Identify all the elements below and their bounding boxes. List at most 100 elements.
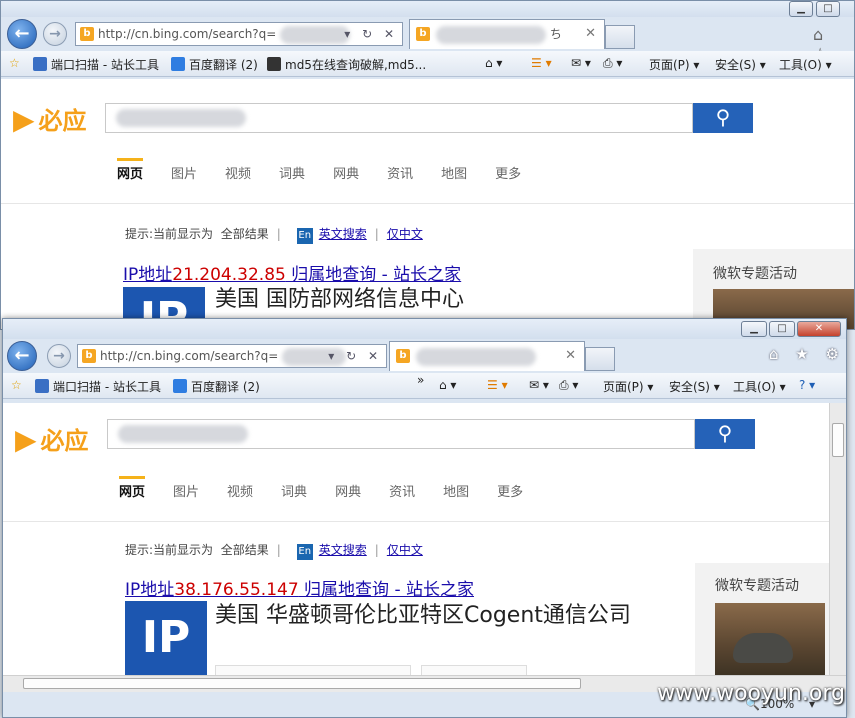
hint-all: 全部结果 xyxy=(220,227,269,241)
tab-wangdian[interactable]: 网典 xyxy=(333,167,359,182)
tools-menu[interactable]: 工具(O) ▾ xyxy=(779,56,832,73)
page-content: ▶ 必应 ⚲ 网页 图片 视频 词典 网典 资讯 地图 更多 提示:当前显示为 全部结果 | En 英… xyxy=(3,403,829,675)
search-icon: ⚲ xyxy=(717,421,733,445)
result-ip: 21.204.32.85 xyxy=(172,265,286,285)
feeds-icon[interactable]: ☰ ▾ xyxy=(531,56,552,70)
feeds-icon[interactable]: ☰ ▾ xyxy=(487,378,508,392)
tab-close-icon[interactable]: ✕ xyxy=(565,342,576,370)
forward-button[interactable]: → xyxy=(43,22,67,46)
tab-more[interactable]: 更多 xyxy=(495,167,521,182)
page-menu[interactable]: 页面(P) ▾ xyxy=(649,56,699,73)
new-tab-button[interactable] xyxy=(605,25,635,49)
redacted-tab-title xyxy=(416,347,536,366)
hint-prefix: 提示:当前显示为 xyxy=(125,543,214,557)
tab-videos[interactable]: 视频 xyxy=(227,485,253,500)
tab-videos[interactable]: 视频 xyxy=(225,167,251,182)
tab-news[interactable]: 资讯 xyxy=(389,485,415,500)
redacted-query xyxy=(118,425,248,443)
search-input[interactable] xyxy=(105,103,693,133)
maximize-button[interactable]: □ xyxy=(769,321,795,337)
back-button[interactable]: ← xyxy=(7,19,37,49)
fav-item-baidu-translate[interactable]: 百度翻译 (2) xyxy=(171,56,258,73)
title-prefix: IP地址 xyxy=(123,265,173,285)
tab-close-icon[interactable]: ✕ xyxy=(585,20,596,48)
safety-menu[interactable]: 安全(S) ▾ xyxy=(669,378,720,395)
address-row: ← → b http://cn.bing.com/search?q= ▾ ↻ ✕… xyxy=(1,15,854,63)
ip-logo-icon: IP xyxy=(125,601,207,675)
language-hint: 提示:当前显示为 全部结果 | En 英文搜索 | 仅中文 xyxy=(125,541,423,560)
fav-item-baidu-translate[interactable]: 百度翻译 (2) xyxy=(173,378,260,395)
bing-logo-icon: ▶ xyxy=(15,423,37,456)
forward-button[interactable]: → xyxy=(47,344,71,368)
tab-more[interactable]: 更多 xyxy=(497,485,523,500)
print-icon[interactable]: ⎙ ▾ xyxy=(559,378,578,393)
address-bar[interactable]: b http://cn.bing.com/search?q= ▾ ↻ ✕ xyxy=(77,344,387,368)
bing-favicon-icon: b xyxy=(82,349,96,363)
fav-icon xyxy=(171,57,185,71)
result-title-link[interactable]: IP地址38.176.55.147 归属地查询 - 站长之家 xyxy=(125,575,474,600)
ip-query-button[interactable] xyxy=(421,665,527,675)
vertical-scroll-thumb[interactable] xyxy=(832,423,844,457)
address-controls[interactable]: ▾ ↻ ✕ xyxy=(344,23,398,45)
help-icon[interactable]: ? ▾ xyxy=(799,378,815,392)
english-search-link[interactable]: 英文搜索 xyxy=(319,227,367,241)
tab-images[interactable]: 图片 xyxy=(171,167,197,182)
safety-menu[interactable]: 安全(S) ▾ xyxy=(715,56,766,73)
english-search-link[interactable]: 英文搜索 xyxy=(319,543,367,557)
browser-tab[interactable]: b ✕ xyxy=(389,341,585,371)
print-icon[interactable]: ⎙ ▾ xyxy=(603,56,622,71)
home-icon[interactable]: ⌂ ▾ xyxy=(439,378,456,392)
fav-item-md5[interactable]: md5在线查询破解,md5... xyxy=(267,56,426,73)
chevron-more-icon[interactable]: » xyxy=(417,373,424,387)
fav-item-port-scan[interactable]: 端口扫描 - 站长工具 xyxy=(33,56,159,73)
tab-web[interactable]: 网页 xyxy=(117,158,144,182)
tab-news[interactable]: 资讯 xyxy=(387,167,413,182)
search-input[interactable] xyxy=(107,419,695,449)
tools-menu[interactable]: 工具(O) ▾ xyxy=(733,378,786,395)
tab-maps[interactable]: 地图 xyxy=(443,485,469,500)
divider xyxy=(3,521,829,522)
mail-icon[interactable]: ✉ ▾ xyxy=(529,378,549,392)
bing-logo[interactable]: ▶ 必应 xyxy=(13,101,87,136)
close-window-button[interactable]: ✕ xyxy=(797,321,841,337)
home-icon[interactable]: ⌂ ▾ xyxy=(485,56,502,70)
page-menu[interactable]: 页面(P) ▾ xyxy=(603,378,653,395)
favorites-star-icon[interactable]: ☆ xyxy=(11,378,22,392)
back-button[interactable]: ← xyxy=(7,341,37,371)
vertical-scrollbar[interactable] xyxy=(829,403,846,675)
search-button[interactable]: ⚲ xyxy=(695,419,755,449)
tab-web[interactable]: 网页 xyxy=(119,476,146,500)
chinese-only-link[interactable]: 仅中文 xyxy=(387,543,423,557)
search-button[interactable]: ⚲ xyxy=(693,103,753,133)
promo-image[interactable] xyxy=(715,603,825,675)
tab-maps[interactable]: 地图 xyxy=(441,167,467,182)
hint-all: 全部结果 xyxy=(220,543,269,557)
favorites-star-icon[interactable]: ☆ xyxy=(9,56,20,70)
home-favorites-tools-icons[interactable]: ⌂ ★ ⚙ xyxy=(769,345,845,363)
ip-input-box[interactable] xyxy=(215,665,411,675)
address-controls[interactable]: ▾ ↻ ✕ xyxy=(328,345,382,367)
fav-label: 百度翻译 (2) xyxy=(191,380,260,394)
browser-tab[interactable]: b ち ✕ xyxy=(409,19,605,49)
horizontal-scroll-thumb[interactable] xyxy=(23,678,581,689)
result-title-link[interactable]: IP地址21.204.32.85 归属地查询 - 站长之家 xyxy=(123,260,461,285)
bing-logo[interactable]: ▶ 必应 xyxy=(15,421,89,456)
tab-dict[interactable]: 词典 xyxy=(279,167,305,182)
browser-window-back: ▁ □ ← → b http://cn.bing.com/search?q= ▾… xyxy=(0,0,855,330)
title-bar: ▁ □ ✕ xyxy=(3,319,846,339)
address-bar[interactable]: b http://cn.bing.com/search?q= ▾ ↻ ✕ xyxy=(75,22,403,46)
tab-images[interactable]: 图片 xyxy=(173,485,199,500)
title-suffix: 归属地查询 - 站长之家 xyxy=(285,265,462,285)
minimize-button[interactable]: ▁ xyxy=(741,321,767,337)
address-row: ← → b http://cn.bing.com/search?q= ▾ ↻ ✕… xyxy=(3,337,846,373)
english-badge-icon: En xyxy=(296,544,313,560)
bing-favicon-icon: b xyxy=(416,27,430,41)
favorites-bar: ☆ 端口扫描 - 站长工具 百度翻译 (2) md5在线查询破解,md5... … xyxy=(1,51,854,77)
fav-label: 百度翻译 (2) xyxy=(189,58,258,72)
new-tab-button[interactable] xyxy=(585,347,615,371)
mail-icon[interactable]: ✉ ▾ xyxy=(571,56,591,70)
tab-dict[interactable]: 词典 xyxy=(281,485,307,500)
tab-wangdian[interactable]: 网典 xyxy=(335,485,361,500)
chinese-only-link[interactable]: 仅中文 xyxy=(387,227,423,241)
fav-item-port-scan[interactable]: 端口扫描 - 站长工具 xyxy=(35,378,161,395)
